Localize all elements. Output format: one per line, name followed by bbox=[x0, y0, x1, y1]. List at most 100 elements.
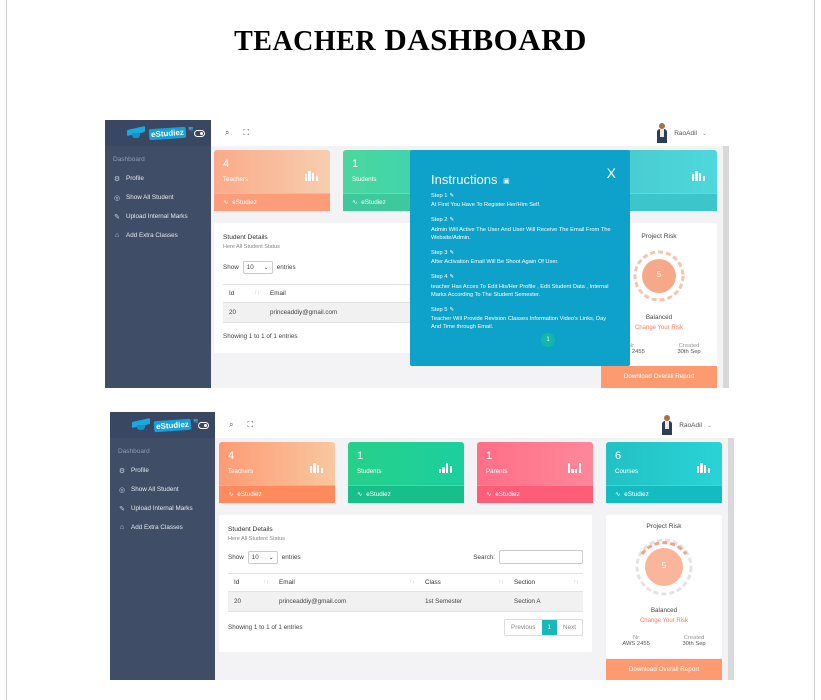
sidebar-toggle-icon[interactable] bbox=[194, 130, 205, 137]
sort-icon: ↑↓ bbox=[498, 579, 505, 585]
change-risk-link[interactable]: Change Your Risk bbox=[606, 618, 722, 624]
panel-title: Student Details bbox=[228, 526, 273, 533]
card-footer-text: eStudiez bbox=[366, 491, 391, 498]
sidebar-item-upload-internal-marks[interactable]: ✎ Upload Internal Marks bbox=[110, 499, 215, 518]
fullscreen-icon[interactable]: ⛶ bbox=[247, 420, 253, 430]
entries-select[interactable]: 10 ⌄ bbox=[247, 550, 278, 564]
card-value: 4 bbox=[228, 450, 235, 462]
column-label: Email bbox=[270, 290, 286, 297]
topbar: ⌕ ⛶ RaoAdil ⌄ bbox=[215, 412, 734, 438]
sidebar-item-show-all-student[interactable]: ◎ Show All Student bbox=[105, 188, 211, 207]
created-value: 30th Sep bbox=[682, 641, 706, 647]
download-report-button[interactable]: Download Overall Report bbox=[601, 366, 717, 388]
entries-label: entries bbox=[281, 553, 301, 561]
card-value: 1 bbox=[486, 450, 493, 462]
search-input[interactable] bbox=[499, 550, 583, 564]
panel-subtitle: Here All Student Status bbox=[223, 244, 280, 250]
bar-chart-icon bbox=[304, 171, 318, 181]
project-risk-panel: Project Risk 5 Balanced Change Your Risk… bbox=[606, 515, 722, 658]
step-5: Step 5 ✎ Teacher Will Provide Revision Cla… bbox=[431, 306, 616, 332]
card-footer: ∿ eStudiez bbox=[343, 193, 413, 211]
stat-card-courses: 6 Courses ∿ eStudiez bbox=[606, 442, 722, 503]
panel-subtitle: Here All Student Status bbox=[228, 536, 285, 542]
column-header-id[interactable]: Id ↑↓ bbox=[228, 573, 273, 592]
chevron-down-icon: ⌄ bbox=[263, 264, 269, 271]
edit-icon: ✎ bbox=[449, 274, 455, 281]
edit-icon: ✎ bbox=[449, 217, 455, 224]
edit-icon: ✎ bbox=[449, 307, 455, 314]
user-name: RaoAdil bbox=[679, 421, 702, 429]
nr-value: AWS 2455 bbox=[622, 641, 650, 647]
show-label: Show bbox=[228, 553, 244, 561]
pulse-icon: ∿ bbox=[357, 491, 363, 498]
column-header-id[interactable]: Id ↑↓ bbox=[223, 284, 264, 303]
user-menu[interactable]: RaoAdil ⌄ bbox=[655, 123, 707, 143]
column-header-class[interactable]: Class ↑↓ bbox=[419, 573, 508, 592]
topbar: ⌕ ⛶ RaoAdil ⌄ bbox=[211, 120, 729, 146]
download-report-button[interactable]: Download Overall Report bbox=[606, 659, 722, 680]
sidebar-item-label: Upload Internal Marks bbox=[126, 213, 188, 220]
cell-id: 20 bbox=[223, 302, 264, 323]
sidebar-item-profile[interactable]: ⚙ Profile bbox=[105, 169, 211, 188]
chevron-down-icon: ⌄ bbox=[706, 422, 712, 429]
home-icon: ⌂ bbox=[119, 524, 125, 531]
step-4: Step 4 ✎ teacher Has Acces To Edit His/Her… bbox=[431, 273, 616, 299]
column-label: Id bbox=[234, 579, 240, 586]
table-row: 20 princeaddiy@gmail.com 1st Semester Se… bbox=[228, 591, 583, 612]
bar-chart-icon bbox=[696, 463, 710, 473]
sidebar: eStudiez ≋ Dashboard ⚙ Profile ◎ Show All … bbox=[105, 120, 211, 388]
sidebar-item-add-extra-classes[interactable]: ⌂ Add Extra Classes bbox=[105, 226, 211, 245]
sidebar-item-label: Profile bbox=[131, 467, 149, 474]
search-icon[interactable]: ⌕ bbox=[225, 128, 229, 138]
pulse-icon: ∿ bbox=[228, 491, 234, 498]
column-label: Id bbox=[229, 290, 235, 297]
panel-title: Student Details bbox=[223, 234, 268, 241]
sidebar-item-upload-internal-marks[interactable]: ✎ Upload Internal Marks bbox=[105, 207, 211, 226]
column-header-email[interactable]: Email ↑↓ bbox=[273, 573, 419, 592]
scrollbar[interactable] bbox=[728, 438, 734, 680]
card-footer: ∿ eStudiez bbox=[348, 485, 464, 503]
entries-select[interactable]: 10 ⌄ bbox=[242, 261, 273, 274]
card-footer: ∿ eStudiez bbox=[219, 485, 335, 503]
document-title: TEACHER DASHBOARD bbox=[234, 22, 587, 57]
risk-gauge: 5 bbox=[633, 536, 695, 598]
sidebar-item-profile[interactable]: ⚙ Profile bbox=[110, 461, 215, 480]
created-value: 30th Sep bbox=[677, 349, 701, 355]
card-value: 4 bbox=[223, 158, 230, 170]
bar-chart-icon bbox=[438, 463, 452, 473]
next-page-button[interactable]: Next bbox=[557, 620, 582, 635]
logo: eStudiez ≋ bbox=[105, 120, 211, 146]
sidebar-item-show-all-student[interactable]: ◎ Show All Student bbox=[110, 480, 215, 499]
scrollbar[interactable] bbox=[723, 146, 729, 388]
step-text: At First You Have To Register Her/Him Se… bbox=[431, 202, 541, 209]
avatar bbox=[655, 123, 669, 143]
previous-page-button[interactable]: Previous bbox=[505, 620, 542, 635]
entries-control: Show 10 ⌄ entries bbox=[223, 261, 435, 274]
gear-icon: ⚙ bbox=[118, 467, 126, 475]
notification-badge: 1 bbox=[541, 333, 555, 347]
bar-chart-icon bbox=[691, 171, 705, 181]
card-footer-text: eStudiez bbox=[232, 199, 257, 206]
sort-icon: ↑↓ bbox=[263, 579, 270, 585]
search-icon[interactable]: ⌕ bbox=[229, 420, 233, 430]
page-1-button[interactable]: 1 bbox=[541, 620, 558, 635]
entries-label: entries bbox=[276, 264, 296, 271]
pagination: Previous 1 Next bbox=[504, 619, 583, 636]
dashboard-screenshot: eStudiez ≋ Dashboard ⚙ Profile ◎ Show All … bbox=[110, 412, 734, 680]
sidebar-toggle-icon[interactable] bbox=[198, 422, 209, 429]
risk-value: 5 bbox=[656, 270, 662, 279]
logo: eStudiez ≋ bbox=[110, 412, 215, 438]
fullscreen-icon[interactable]: ⛶ bbox=[243, 128, 249, 138]
user-menu[interactable]: RaoAdil ⌄ bbox=[660, 415, 712, 435]
pulse-icon: ∿ bbox=[615, 491, 621, 498]
stat-card-teachers: 4 Teachers ∿ eStudiez bbox=[219, 442, 335, 503]
pulse-icon: ∿ bbox=[223, 199, 229, 206]
stat-card-students: 1 Students ∿ eStudiez bbox=[348, 442, 464, 503]
logo-text: eStudiez bbox=[148, 126, 187, 140]
table-info: Showing 1 to 1 of 1 entries bbox=[223, 333, 298, 340]
card-label: Students bbox=[352, 176, 377, 183]
close-button[interactable]: X bbox=[607, 165, 616, 181]
sidebar-item-add-extra-classes[interactable]: ⌂ Add Extra Classes bbox=[110, 518, 215, 537]
column-header-section[interactable]: Section ↑↓ bbox=[508, 573, 583, 592]
student-details-panel: Student Details Here All Student Status … bbox=[219, 515, 592, 652]
